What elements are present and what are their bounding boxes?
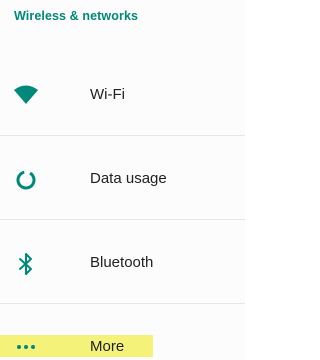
wifi-icon	[14, 83, 38, 107]
settings-item-label: More	[90, 338, 125, 355]
divider	[0, 303, 245, 304]
divider	[0, 135, 245, 136]
bluetooth-icon	[14, 252, 38, 276]
settings-item-more[interactable]: More	[0, 323, 245, 360]
section-header-wireless-networks: Wireless & networks	[14, 9, 139, 23]
data-usage-icon	[14, 168, 38, 192]
settings-item-label: Data usage	[90, 170, 167, 187]
settings-item-label: Wi-Fi	[90, 86, 125, 103]
settings-screen: Wireless & networks Wi-Fi Data usage Blu…	[0, 0, 245, 360]
more-icon	[14, 335, 38, 359]
divider	[0, 219, 245, 220]
settings-item-bluetooth[interactable]: Bluetooth	[0, 240, 245, 288]
settings-item-data-usage[interactable]: Data usage	[0, 156, 245, 204]
settings-item-label: Bluetooth	[90, 254, 154, 271]
settings-item-wifi[interactable]: Wi-Fi	[0, 72, 245, 120]
